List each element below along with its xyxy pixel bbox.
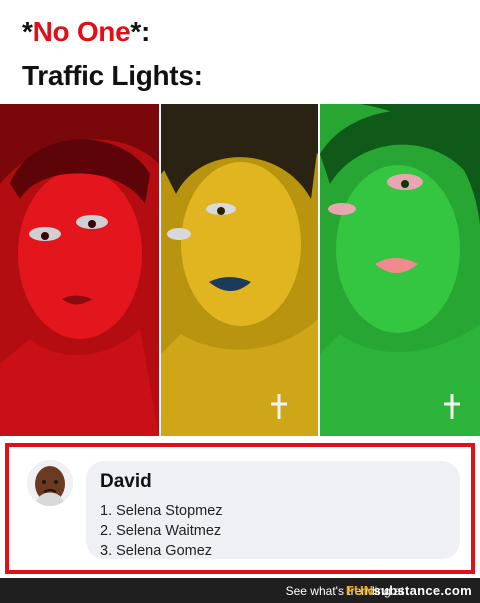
caption-line-2: Traffic Lights: — [22, 60, 203, 91]
caption-prefix: * — [22, 16, 33, 47]
photo-panel-red — [0, 104, 159, 436]
photo-strip — [0, 104, 480, 436]
photo-panel-green — [320, 104, 480, 436]
face-image-red — [0, 104, 159, 436]
caption-line-1: *No One*: — [22, 15, 150, 49]
comment-line: 1. Selena Stopmez — [100, 503, 223, 519]
comment-bubble: David 1. Selena Stopmez 2. Selena Waitme… — [86, 461, 460, 559]
brand-part-2: substance.com — [373, 583, 472, 598]
comment-author[interactable]: David — [100, 471, 152, 493]
photo-panel-yellow — [161, 104, 318, 436]
brand-part-1: FUN — [345, 583, 374, 598]
comment-line: 2. Selena Waitmez — [100, 523, 222, 539]
comment-frame: David 1. Selena Stopmez 2. Selena Waitme… — [5, 443, 475, 574]
caption-suffix: *: — [130, 16, 150, 47]
avatar-face-icon — [27, 460, 73, 506]
face-image-green — [320, 104, 480, 436]
footer-brand-link[interactable]: FUNsubstance.com — [346, 583, 472, 598]
caption-highlight: No One — [32, 16, 131, 47]
comment-line: 3. Selena Gomez — [100, 543, 213, 559]
comment-list: 1. Selena Stopmez 2. Selena Waitmez 3. S… — [100, 501, 223, 561]
face-image-yellow — [161, 104, 318, 436]
footer-bar: See what's trending at FUNsubstance.com — [0, 578, 480, 603]
avatar[interactable] — [27, 460, 73, 506]
